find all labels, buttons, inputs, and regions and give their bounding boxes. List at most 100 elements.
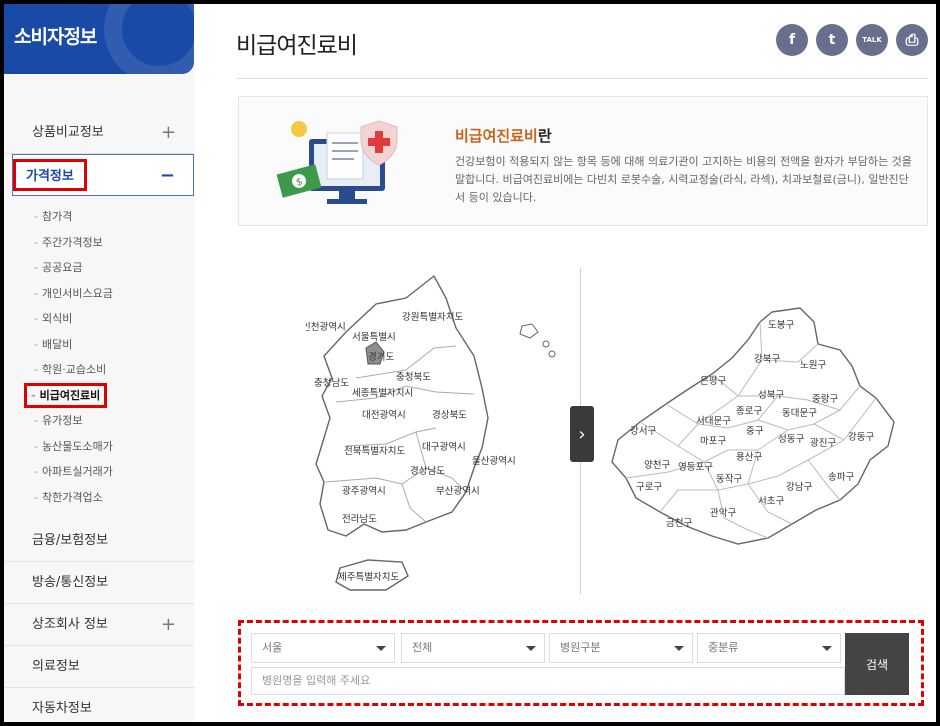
- region-label: 부산광역시: [436, 485, 480, 497]
- region-select[interactable]: 서울: [251, 633, 395, 663]
- district-label: 서초구: [758, 496, 784, 507]
- region-label: 광주광역시: [342, 485, 386, 497]
- district-label: 강서구: [630, 426, 656, 437]
- submenu: - 참가격 - 주간가격정보 - 공공요금 - 개인서비스요금 - 외식비 - 배달비 -학…: [4, 196, 194, 520]
- sidebar-item-funeral[interactable]: 상조회사 정보 +: [4, 604, 194, 646]
- submenu-item[interactable]: - 아파트실거래가: [4, 459, 194, 485]
- region-label: 전라남도: [342, 514, 377, 525]
- twitter-icon[interactable]: t: [816, 24, 848, 56]
- region-label: 강원특별자치도: [402, 311, 463, 323]
- sidebar-item-label: 가격정보: [13, 159, 87, 191]
- medical-bill-illustration: $: [276, 120, 398, 204]
- hospital-type-select[interactable]: 병원구분: [549, 633, 693, 663]
- region-label: 대구광역시: [422, 441, 466, 453]
- sidebar-title: 소비자정보: [14, 26, 97, 48]
- district-label: 강북구: [754, 354, 780, 365]
- district-label: 은평구: [700, 376, 726, 387]
- submenu-item[interactable]: - 착한가격업소: [4, 485, 194, 511]
- title-divider: [236, 78, 928, 79]
- sidebar-item-price-info[interactable]: 가격정보 −: [12, 154, 194, 196]
- district-label: 양천구: [644, 460, 670, 471]
- district-label: 동대문구: [782, 408, 817, 419]
- region-label: 제주특별자치도: [338, 571, 399, 583]
- sidebar-item-label: 상품비교정보: [32, 125, 104, 140]
- region-label: 경기도: [368, 351, 394, 363]
- district-label: 송파구: [828, 472, 854, 483]
- district-label: 종로구: [736, 406, 762, 417]
- maps-area: 인천광역시 강원특별자치도 서울특별시 경기도 충청남도 충청북도 세종특별자치…: [236, 260, 928, 604]
- sidebar-item-label: 방송/통신정보: [32, 575, 109, 590]
- region-label: 세종특별자치시: [352, 387, 413, 399]
- district-label: 광진구: [810, 437, 836, 449]
- korea-map[interactable]: 인천광역시 강원특별자치도 서울특별시 경기도 충청남도 충청북도 세종특별자치…: [306, 268, 566, 604]
- submenu-item[interactable]: - 유가정보: [4, 408, 194, 434]
- subcategory-select[interactable]: 중분류: [697, 633, 841, 663]
- seoul-map[interactable]: 도봉구 강북구 노원구 은평구 성북구 중랑구 종로구 서대문구 동대문구 강서…: [608, 300, 908, 560]
- district-label: 도봉구: [768, 320, 794, 331]
- district-label: 마포구: [700, 436, 726, 447]
- chevron-right-icon[interactable]: ›: [570, 406, 594, 462]
- district-label: 용산구: [736, 452, 762, 463]
- sidebar-item-finance[interactable]: 금융/보험정보: [4, 520, 194, 562]
- district-label: 성동구: [778, 434, 804, 445]
- region-label: 인천광역시: [306, 321, 346, 333]
- expand-icon[interactable]: +: [161, 604, 176, 646]
- district-label: 강동구: [848, 432, 874, 443]
- search-button[interactable]: 검색: [845, 633, 909, 695]
- district-label: 동작구: [716, 474, 742, 485]
- info-description: 건강보험이 적용되지 않는 항목 등에 대해 의료기관이 고지하는 비용의 전액…: [455, 155, 912, 204]
- district-label: 구로구: [636, 482, 662, 493]
- submenu-item[interactable]: - 주간가격정보: [4, 230, 194, 256]
- district-label: 노원구: [800, 360, 826, 371]
- district-select[interactable]: 전체: [401, 633, 545, 663]
- header-decoration: [104, 4, 194, 74]
- sidebar-item-medical[interactable]: 의료정보: [4, 646, 194, 688]
- region-label: 충청북도: [396, 372, 431, 383]
- caret-down-icon: [822, 646, 832, 651]
- region-label: 울산광역시: [472, 455, 516, 467]
- sidebar: 소비자정보 상품비교정보 + 가격정보 − - 참가격 - 주간가격정보 - 공공요금…: [4, 4, 194, 722]
- submenu-item[interactable]: - 외식비: [4, 306, 194, 332]
- submenu-item[interactable]: - 배달비: [4, 332, 194, 358]
- print-icon[interactable]: ⎙: [896, 24, 928, 56]
- submenu-item[interactable]: - 농산물도소매가: [4, 434, 194, 460]
- sidebar-item-label: 상조회사 정보: [32, 617, 108, 632]
- sidebar-item-broadcast[interactable]: 방송/통신정보: [4, 562, 194, 604]
- hospital-name-input[interactable]: 병원명을 입력해 주세요: [251, 667, 845, 695]
- submenu-item[interactable]: - 학원·교습소비: [4, 357, 194, 383]
- info-heading: 비급여진료비란: [455, 127, 552, 145]
- submenu-item[interactable]: - 공공요금: [4, 255, 194, 281]
- sidebar-item-car[interactable]: 자동차정보: [4, 688, 194, 726]
- region-label: 경상남도: [410, 465, 445, 477]
- submenu-item-current[interactable]: - 비급여진료비: [4, 382, 194, 409]
- sidebar-header: 소비자정보: [4, 4, 194, 74]
- caret-down-icon: [526, 646, 536, 651]
- info-box: $ 비급여진료비란 건강보험이 적용되지 않는 항목 등에 대해 의료기관이 고…: [238, 96, 928, 226]
- sidebar-item-label: 의료정보: [32, 659, 80, 674]
- region-label: 서울특별시: [352, 332, 396, 343]
- region-label: 경상북도: [432, 409, 467, 421]
- region-label: 충청남도: [314, 378, 349, 389]
- page-title: 비급여진료비: [236, 33, 358, 59]
- sidebar-item-label: 자동차정보: [32, 701, 92, 716]
- district-label: 중랑구: [812, 393, 838, 405]
- district-label: 관악구: [710, 507, 736, 519]
- district-label: 서대문구: [696, 416, 731, 427]
- expand-icon[interactable]: +: [161, 112, 176, 154]
- district-label: 성북구: [758, 390, 784, 401]
- collapse-icon[interactable]: −: [160, 155, 175, 197]
- region-label: 대전광역시: [362, 409, 406, 421]
- caret-down-icon: [376, 646, 386, 651]
- district-label: 금천구: [666, 518, 692, 529]
- submenu-item[interactable]: - 개인서비스요금: [4, 281, 194, 307]
- submenu-item[interactable]: - 참가격: [4, 204, 194, 230]
- talk-icon[interactable]: TALK: [856, 24, 888, 56]
- district-label: 영등포구: [678, 462, 713, 473]
- share-buttons: f t TALK ⎙: [776, 24, 928, 56]
- hospital-search-panel: 서울 전체 병원구분 중분류 병원명을 입력해 주세요 검색: [238, 620, 924, 706]
- facebook-icon[interactable]: f: [776, 24, 808, 56]
- district-label: 중구: [746, 426, 764, 437]
- district-label: 강남구: [786, 482, 812, 493]
- region-label: 전북특별자치도: [344, 445, 405, 457]
- sidebar-item-product-compare[interactable]: 상품비교정보 +: [4, 112, 194, 154]
